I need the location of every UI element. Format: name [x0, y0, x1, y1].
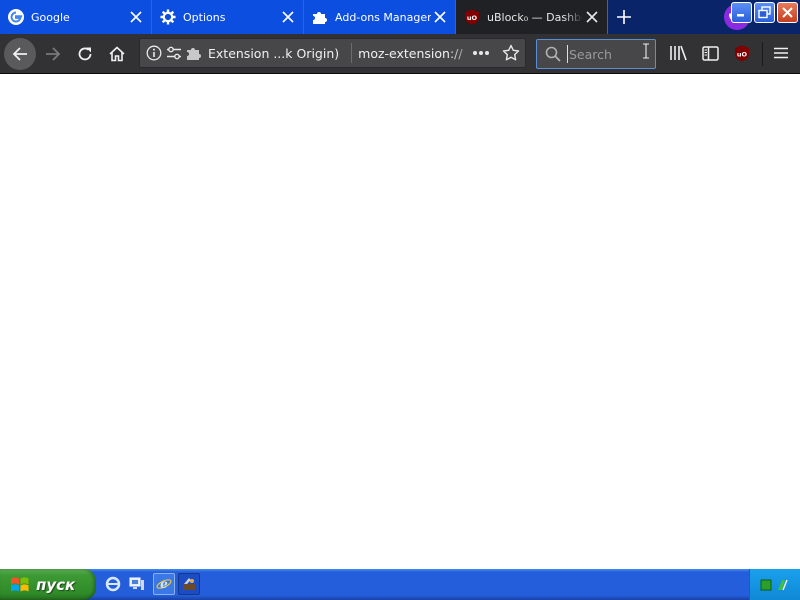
system-tray [749, 569, 800, 600]
plus-icon [617, 10, 631, 24]
library-icon [670, 45, 687, 61]
tab-addons-manager[interactable]: Add-ons Manager [304, 0, 456, 34]
tab-strip: Google Options Add-ons Manager uO uBlock… [0, 0, 800, 34]
url-separator [351, 43, 353, 63]
taskbar: пуск e [0, 569, 800, 600]
home-icon [109, 46, 125, 62]
info-icon[interactable] [146, 45, 162, 61]
quicklaunch-show-desktop-button[interactable] [126, 573, 148, 595]
back-arrow-icon [12, 47, 27, 61]
hamburger-menu-button[interactable] [766, 38, 796, 68]
reload-icon [78, 47, 92, 61]
restore-icon [758, 6, 771, 19]
gear-icon [160, 9, 176, 25]
close-icon[interactable] [583, 8, 601, 26]
extension-puzzle-icon [187, 48, 201, 60]
tab-ublock-dashboard[interactable]: uO uBlock₀ — Dashboard [456, 0, 608, 34]
url-text[interactable]: moz-extension:// [358, 46, 478, 61]
quicklaunch-app-button[interactable] [178, 573, 200, 595]
navigation-toolbar: Extension ...k Origin) moz-extension:// … [0, 34, 800, 74]
window-close-button[interactable] [777, 2, 798, 23]
svg-text:uO: uO [737, 50, 748, 58]
forward-arrow-icon [46, 47, 61, 61]
bookmark-star-icon[interactable] [502, 44, 520, 62]
tab-options[interactable]: Options [152, 0, 304, 34]
home-button[interactable] [101, 38, 133, 70]
tool-icon [183, 578, 195, 590]
tray-green-icon[interactable] [760, 579, 772, 591]
tab-google[interactable]: Google [0, 0, 152, 34]
search-input[interactable] [567, 45, 651, 63]
svg-text:uO: uO [467, 14, 478, 22]
sidebar-icon [701, 45, 719, 61]
search-bar[interactable] [536, 39, 656, 69]
tab-strip-empty-area [640, 0, 800, 34]
tab-label: Google [31, 10, 70, 24]
text-cursor-icon [643, 43, 649, 59]
quicklaunch-explorer-button[interactable] [102, 573, 124, 595]
quicklaunch-internet-explorer-button[interactable]: e [153, 573, 175, 595]
search-icon[interactable] [545, 46, 561, 62]
tab-label: uBlock₀ — Dashboard [487, 10, 583, 24]
toolbar-separator [762, 42, 763, 66]
extension-identity-label: Extension ...k Origin) [208, 45, 340, 61]
ublock-origin-button[interactable]: uO [727, 38, 757, 68]
tab-label: Options [183, 10, 226, 24]
forward-button[interactable] [37, 38, 69, 70]
start-label: пуск [36, 575, 76, 594]
show-desktop-icon [129, 577, 144, 590]
ublock-icon: uO [464, 9, 480, 25]
close-icon[interactable] [127, 8, 145, 26]
library-button[interactable] [663, 38, 693, 68]
close-icon[interactable] [431, 8, 449, 26]
url-bar[interactable]: Extension ...k Origin) moz-extension:// [139, 38, 526, 68]
new-tab-button[interactable] [608, 0, 640, 34]
ie-e-icon [105, 576, 121, 592]
internet-explorer-icon: e [156, 577, 172, 591]
hamburger-icon [774, 47, 788, 59]
permissions-sliders-icon[interactable] [166, 45, 182, 61]
window-minimize-button[interactable] [731, 2, 752, 23]
page-actions [472, 39, 524, 67]
google-icon [8, 9, 24, 25]
windows-logo-icon [11, 576, 29, 591]
start-button[interactable]: пуск [0, 569, 96, 600]
back-button[interactable] [4, 38, 36, 70]
ublock-icon: uO [735, 45, 749, 61]
reload-button[interactable] [69, 38, 101, 70]
close-icon [782, 7, 793, 18]
sidebar-button[interactable] [695, 38, 725, 68]
minimize-icon [737, 14, 744, 17]
tray-network-icon[interactable] [776, 578, 790, 592]
identity-box[interactable]: Extension ...k Origin) [140, 39, 339, 67]
puzzle-icon [312, 9, 328, 25]
window-restore-button[interactable] [754, 2, 775, 23]
page-content-area[interactable] [0, 74, 800, 569]
page-action-menu-icon[interactable] [472, 50, 490, 56]
svg-text:e: e [160, 577, 168, 591]
tab-label: Add-ons Manager [335, 10, 431, 24]
close-icon[interactable] [279, 8, 297, 26]
